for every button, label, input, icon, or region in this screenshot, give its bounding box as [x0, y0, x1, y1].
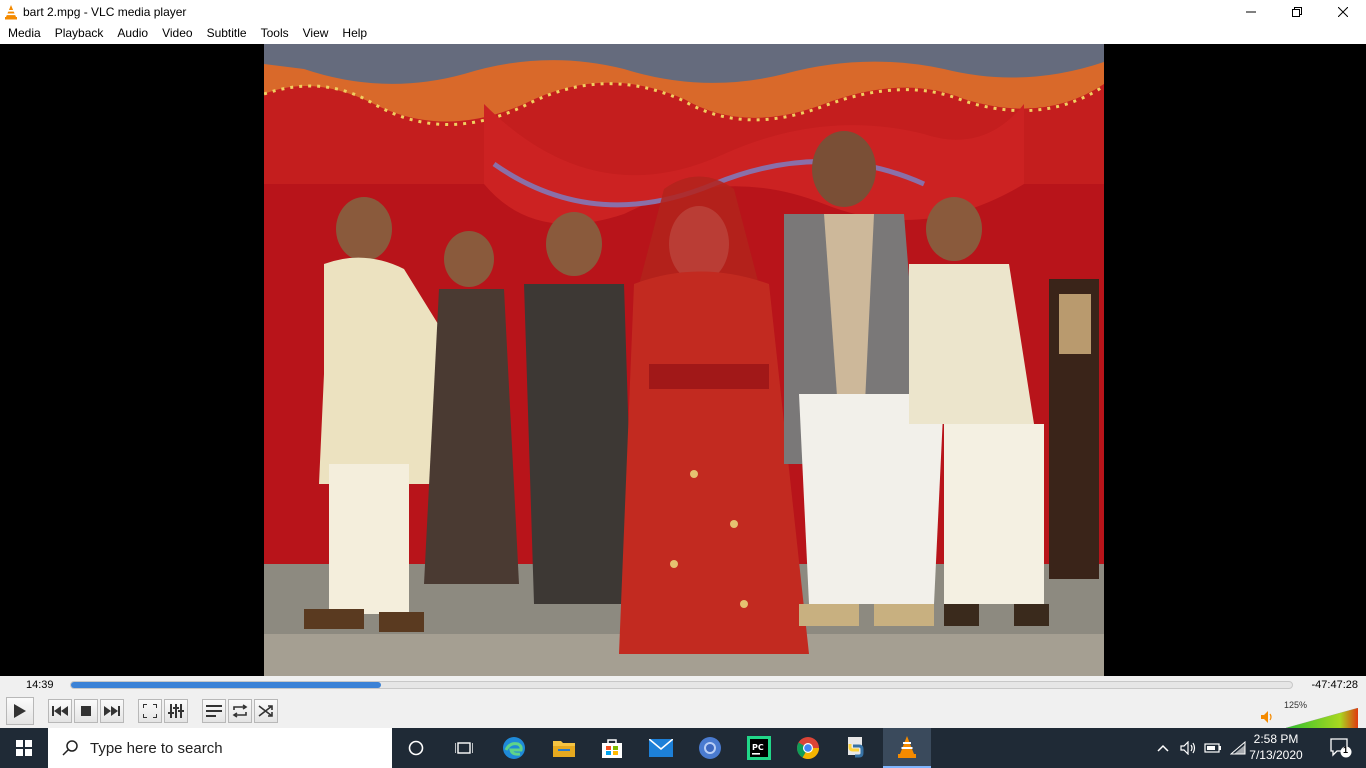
chrome-icon: [797, 737, 819, 759]
loop-icon: [232, 704, 248, 718]
battery-tray-button[interactable]: [1202, 728, 1224, 768]
stop-button[interactable]: [74, 699, 98, 723]
minimize-icon: [1246, 11, 1256, 12]
speaker-icon: [1261, 711, 1272, 723]
search-icon: [62, 740, 78, 756]
taskbar-edge[interactable]: [490, 728, 538, 768]
vlc-cone-icon: [898, 736, 916, 758]
chromium-icon: [699, 737, 721, 759]
shuffle-icon: [258, 705, 273, 717]
start-button[interactable]: [0, 728, 48, 768]
extended-settings-button[interactable]: [164, 699, 188, 723]
close-icon: [1338, 6, 1348, 17]
menu-media[interactable]: Media: [1, 23, 48, 44]
menu-bar: Media Playback Audio Video Subtitle Tool…: [0, 23, 1366, 44]
action-center-button[interactable]: 1: [1330, 738, 1352, 758]
volume-level-ramp: [1286, 708, 1358, 728]
taskbar-chromium[interactable]: [686, 728, 734, 768]
seek-progress-fill: [71, 682, 382, 688]
task-view-button[interactable]: [440, 728, 488, 768]
taskbar-file-explorer[interactable]: [540, 728, 588, 768]
clock-date: 7/13/2020: [1249, 748, 1303, 762]
taskbar-clock[interactable]: 2:58 PM 7/13/2020: [1244, 731, 1308, 763]
taskbar-store[interactable]: [588, 728, 636, 768]
pycharm-icon: PC: [747, 736, 771, 760]
battery-plug-icon: [1204, 743, 1221, 753]
python-icon: [848, 737, 864, 758]
taskbar-chrome[interactable]: [784, 728, 832, 768]
taskbar-vlc[interactable]: [883, 728, 931, 768]
remaining-time[interactable]: -47:47:28: [1312, 679, 1358, 691]
menu-playback[interactable]: Playback: [48, 23, 111, 44]
title-bar: bart 2.mpg - VLC media player: [0, 0, 1366, 23]
clock-time: 2:58 PM: [1253, 732, 1299, 746]
taskbar-python[interactable]: [833, 728, 881, 768]
loop-button[interactable]: [228, 699, 252, 723]
vlc-cone-icon: [5, 4, 17, 19]
equalizer-icon: [168, 704, 184, 718]
play-button[interactable]: [6, 697, 34, 725]
mail-icon: [649, 739, 673, 757]
playlist-button[interactable]: [202, 699, 226, 723]
taskbar: Type here to search PC 2:58 PM 7/13/2020…: [0, 728, 1366, 768]
store-bag-icon: [602, 739, 622, 758]
notification-count: 1: [1343, 745, 1349, 755]
speaker-icon: [1180, 741, 1196, 755]
menu-audio[interactable]: Audio: [110, 23, 155, 44]
close-button[interactable]: [1320, 0, 1366, 23]
restore-icon: [1292, 6, 1302, 17]
chevron-up-icon: [1157, 744, 1169, 752]
cortana-circle-icon: [408, 740, 424, 756]
fullscreen-icon: [143, 704, 157, 718]
taskbar-pycharm[interactable]: PC: [735, 728, 783, 768]
task-view-icon: [455, 742, 473, 754]
menu-video[interactable]: Video: [155, 23, 199, 44]
menu-subtitle[interactable]: Subtitle: [200, 23, 254, 44]
shuffle-button[interactable]: [254, 699, 278, 723]
video-frame[interactable]: [264, 44, 1104, 676]
volume-slider[interactable]: 125%: [1260, 700, 1360, 728]
windows-logo-icon: [16, 740, 32, 756]
fullscreen-button[interactable]: [138, 699, 162, 723]
volume-tray-button[interactable]: [1178, 728, 1200, 768]
cortana-button[interactable]: [392, 728, 440, 768]
next-button[interactable]: [100, 699, 124, 723]
skip-next-icon: [104, 706, 120, 716]
video-scene-image: [264, 44, 1104, 676]
seek-row: 14:39 -47:47:28: [0, 676, 1366, 696]
playlist-icon: [206, 705, 222, 717]
seek-slider[interactable]: [70, 681, 1293, 689]
play-icon: [14, 704, 26, 718]
previous-button[interactable]: [48, 699, 72, 723]
folder-icon: [553, 741, 575, 757]
restore-button[interactable]: [1274, 0, 1320, 23]
show-hidden-icons-button[interactable]: [1152, 728, 1174, 768]
minimize-button[interactable]: [1228, 0, 1274, 23]
menu-tools[interactable]: Tools: [254, 23, 296, 44]
taskbar-search-box[interactable]: Type here to search: [48, 728, 392, 768]
window-title: bart 2.mpg - VLC media player: [23, 4, 187, 19]
edge-icon: [503, 737, 525, 759]
skip-previous-icon: [52, 706, 68, 716]
video-area[interactable]: [0, 44, 1366, 676]
notification-icon: [1330, 738, 1352, 758]
svg-text:PC: PC: [752, 743, 764, 752]
stop-icon: [81, 706, 91, 716]
taskbar-mail[interactable]: [637, 728, 685, 768]
controls-bar: 125%: [0, 696, 1366, 728]
menu-help[interactable]: Help: [335, 23, 374, 44]
elapsed-time[interactable]: 14:39: [26, 679, 54, 691]
search-placeholder: Type here to search: [90, 739, 223, 757]
menu-view[interactable]: View: [296, 23, 336, 44]
